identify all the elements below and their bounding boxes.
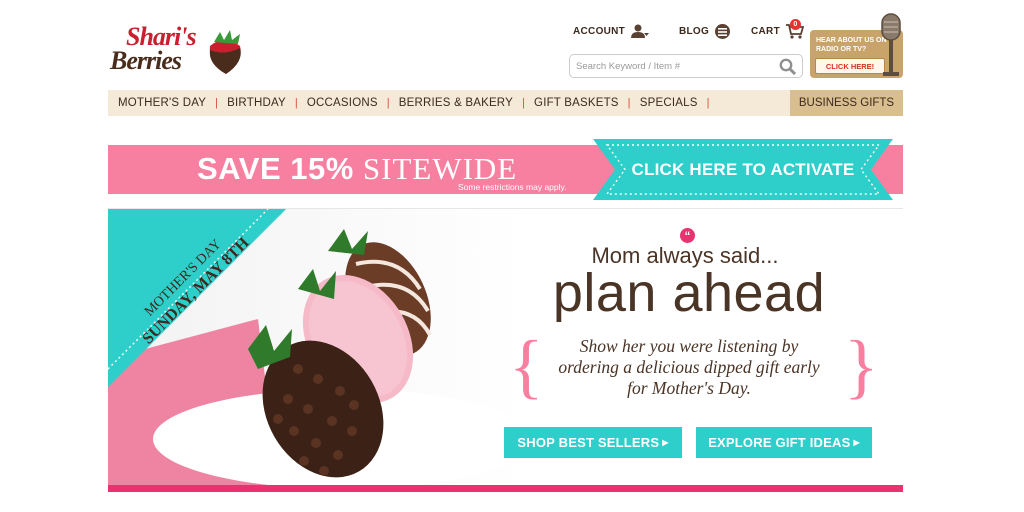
- blog-icon: [715, 24, 731, 39]
- search-icon[interactable]: [779, 58, 796, 75]
- activate-promo-button[interactable]: CLICK HERE TO ACTIVATE: [593, 139, 893, 200]
- search-box: [569, 54, 803, 78]
- user-icon: [631, 24, 650, 38]
- cart-label: CART: [751, 26, 780, 37]
- nav-item-occasions[interactable]: OCCASIONS |: [307, 97, 399, 109]
- cart-link[interactable]: CART 0: [751, 19, 804, 39]
- account-link[interactable]: ACCOUNT: [573, 24, 650, 38]
- quote-icon: “: [680, 228, 695, 243]
- blog-label: BLOG: [679, 26, 710, 37]
- nav-separator: |: [706, 97, 710, 109]
- strawberry-logo-icon: [209, 30, 241, 74]
- nav-separator: |: [215, 97, 219, 109]
- arrow-right-icon: ▶: [662, 438, 669, 447]
- nav-item-business-gifts[interactable]: BUSINESS GIFTS: [790, 90, 903, 116]
- bottom-accent-bar: [108, 485, 903, 492]
- search-input[interactable]: [576, 58, 776, 74]
- microphone-icon: [881, 13, 901, 76]
- shop-best-sellers-label: SHOP BEST SELLERS: [517, 435, 660, 450]
- nav-item-mothers-day[interactable]: MOTHER'S DAY |: [118, 97, 227, 109]
- page: Shari's Berries ACCOUNT BLOG CART 0 Sear…: [0, 0, 1024, 512]
- nav-separator: |: [627, 97, 631, 109]
- hero-headline: plan ahead: [552, 263, 826, 323]
- activate-label: CLICK HERE TO ACTIVATE: [631, 159, 855, 179]
- hero-body-copy: Show her you were listening by ordering …: [558, 336, 820, 398]
- account-label: ACCOUNT: [573, 25, 626, 37]
- nav-item-gift-baskets[interactable]: GIFT BASKETS |: [534, 97, 640, 109]
- cart-count-badge: 0: [790, 19, 801, 30]
- nav-separator: |: [521, 97, 526, 109]
- shop-best-sellers-button[interactable]: SHOP BEST SELLERS ▶: [504, 427, 682, 458]
- nav-separator: |: [294, 97, 298, 109]
- nav-item-birthday[interactable]: BIRTHDAY |: [227, 97, 307, 109]
- radio-tv-promo[interactable]: HEAR ABOUT US ON RADIO OR TV? CLICK HERE…: [810, 13, 903, 78]
- explore-gift-ideas-label: EXPLORE GIFT IDEAS: [708, 435, 851, 450]
- explore-gift-ideas-button[interactable]: EXPLORE GIFT IDEAS ▶: [696, 427, 872, 458]
- blog-link[interactable]: BLOG: [679, 24, 731, 39]
- right-brace-decoration: }: [844, 326, 879, 406]
- nav-item-specials[interactable]: SPECIALS |: [640, 97, 719, 109]
- main-nav: MOTHER'S DAY | BIRTHDAY | OCCASIONS | BERRI…: [108, 90, 903, 116]
- radio-click-here-button[interactable]: CLICK HERE!: [815, 58, 885, 74]
- logo-text-line2: Berries: [110, 46, 182, 75]
- brand-logo[interactable]: Shari's Berries: [108, 22, 248, 78]
- nav-separator: |: [386, 97, 390, 109]
- chocolate-strawberries-image: [108, 209, 528, 485]
- nav-item-berries-bakery[interactable]: BERRIES & BAKERY |: [399, 97, 534, 109]
- promo-restrictions: Some restrictions may apply.: [458, 182, 567, 192]
- arrow-right-icon: ▶: [853, 438, 860, 447]
